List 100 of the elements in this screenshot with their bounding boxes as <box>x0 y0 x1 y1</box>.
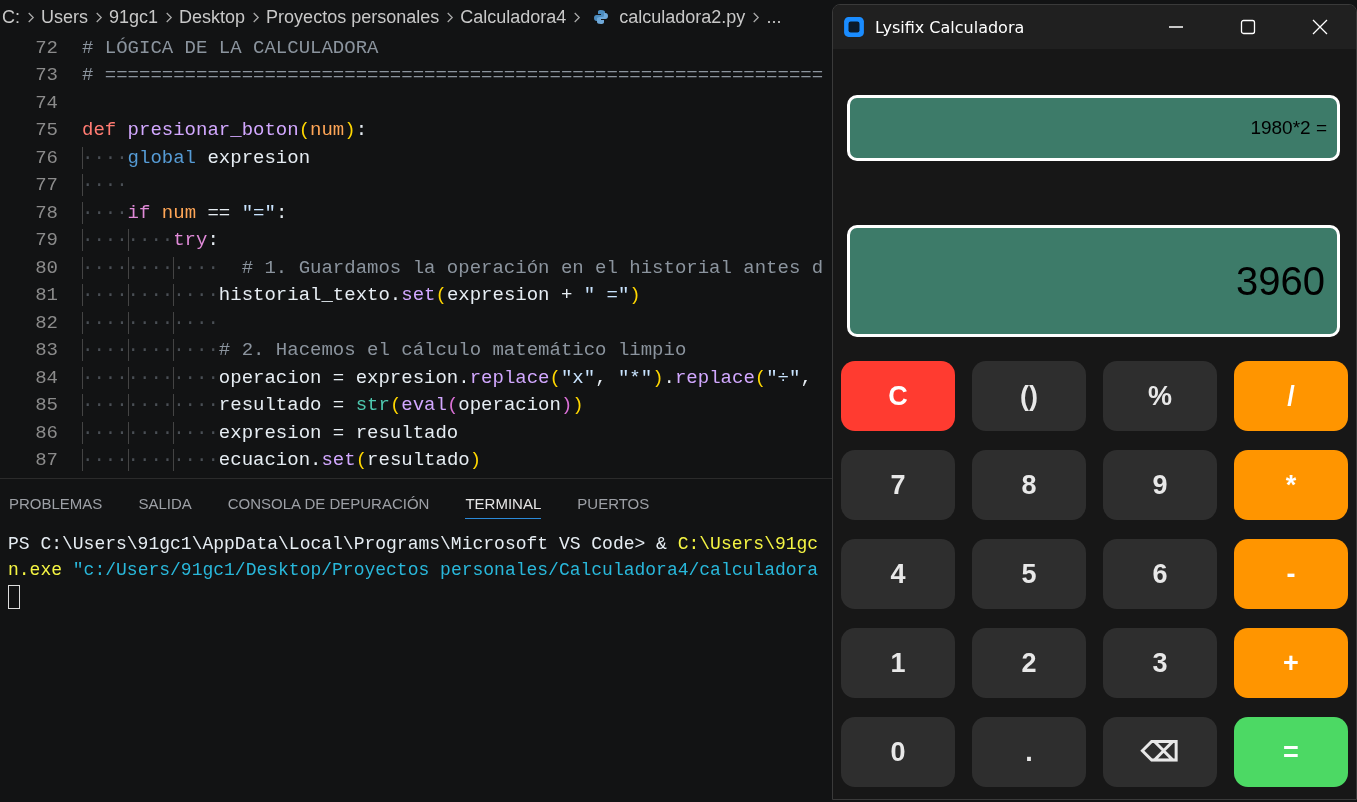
code-token: ( <box>435 284 447 307</box>
code-token: operacion <box>458 394 561 417</box>
code-token: "*" <box>617 366 653 389</box>
code-token: ) <box>652 366 664 389</box>
code-token: ( <box>446 394 459 417</box>
code-token: if <box>127 201 152 224</box>
code-token: try <box>173 229 208 252</box>
code-token: resultado = <box>218 394 346 417</box>
code-token: # LÓGICA DE LA CALCULADORA <box>82 36 379 59</box>
breadcrumb-item[interactable]: 91gc1 <box>109 6 159 28</box>
calculator-key[interactable]: 0 <box>841 717 955 787</box>
calculator-key[interactable]: 9 <box>1103 450 1217 520</box>
code-token: replace <box>469 366 550 389</box>
terminal-text: "c:/Users/91gc1/Desktop/Proyectos personales/Calculadora4/calculadora <box>71 560 819 580</box>
code-token: num <box>310 119 345 142</box>
code-token: replace <box>674 366 755 389</box>
line-number: 73 <box>34 64 59 87</box>
code-token: # 2. Hacemos el cálculo matemático limpio <box>218 339 687 362</box>
code-token: ) <box>560 394 573 417</box>
code-token: : <box>355 119 368 142</box>
code-token: resultado <box>367 449 470 472</box>
calculator-key[interactable]: 1 <box>841 628 955 698</box>
code-token: ecuacion. <box>218 449 322 472</box>
calculator-key[interactable]: . <box>972 717 1086 787</box>
code-token: ) <box>344 119 356 142</box>
terminal-text: n.exe <box>8 560 62 580</box>
panel-tab[interactable]: PUERTOS <box>577 495 650 519</box>
terminal-text: PS C:\Users\91gc1\AppData\Local\Programs\Microsoft VS Code> & <box>8 534 668 554</box>
code-token: ( <box>754 366 767 389</box>
calculator-key[interactable]: 6 <box>1103 539 1217 609</box>
code-token: , <box>595 366 608 389</box>
line-number: 86 <box>34 421 59 444</box>
line-number: 82 <box>34 311 59 334</box>
line-number: 77 <box>34 174 59 197</box>
line-number: 74 <box>34 91 59 114</box>
panel-tab[interactable]: CONSOLA DE DEPURACIÓN <box>227 495 430 519</box>
breadcrumb-item[interactable]: C: <box>2 6 20 28</box>
code-token: " =" <box>583 284 630 307</box>
line-number: 85 <box>34 394 59 417</box>
line-number: 79 <box>34 229 59 252</box>
code-token: expresion + <box>446 284 574 307</box>
window-title: Lysifix Calculadora <box>875 17 1025 37</box>
code-token: : <box>207 229 219 252</box>
calculator-key[interactable]: 3 <box>1103 628 1217 698</box>
line-number: 80 <box>34 256 59 279</box>
panel-tab[interactable]: SALIDA <box>138 495 192 519</box>
breadcrumb-item[interactable]: Proyectos personales <box>266 6 440 28</box>
breadcrumb-item[interactable]: Users <box>41 6 88 28</box>
history-display: 1980*2 = <box>847 95 1340 161</box>
code-token: str <box>355 394 390 417</box>
code-token: historial_texto. <box>218 284 402 307</box>
breadcrumb-item[interactable]: calculadora2.py <box>619 6 746 28</box>
code-token: ( <box>355 449 368 472</box>
line-number: 78 <box>34 201 59 224</box>
code-token: ) <box>469 449 482 472</box>
code-token: # 1. Guardamos la operación en el historial antes d <box>240 256 824 279</box>
panel-tab[interactable]: TERMINAL <box>465 495 542 519</box>
line-number: 81 <box>34 284 59 307</box>
calculator-key[interactable]: 7 <box>841 450 955 520</box>
code-token: "x" <box>560 366 596 389</box>
panel-tab[interactable]: PROBLEMAS <box>9 495 103 519</box>
code-token: set <box>401 284 436 307</box>
app-icon <box>843 16 865 38</box>
code-token: def <box>82 119 118 142</box>
code-token: "÷" <box>766 366 801 389</box>
calculator-key[interactable]: 5 <box>972 539 1086 609</box>
close-icon <box>1312 19 1328 35</box>
code-token: , <box>800 366 812 389</box>
code-token: presionar_boton <box>127 119 299 142</box>
code-token: ( <box>298 119 311 142</box>
line-number: 72 <box>34 36 59 59</box>
terminal-text: C:\Users\91gc <box>677 534 819 554</box>
breadcrumb-item[interactable]: ... <box>766 6 782 28</box>
code-token: expresion <box>206 146 311 169</box>
code-token: ) <box>572 394 584 417</box>
calculator-key[interactable]: ⌫ <box>1103 717 1217 787</box>
line-number: 83 <box>34 339 59 362</box>
line-number: 87 <box>34 449 59 472</box>
calculator-key[interactable]: % <box>1103 361 1217 431</box>
code-token: num <box>161 201 197 224</box>
code-token: == <box>206 201 232 224</box>
code-token: ( <box>549 366 561 389</box>
code-token: set <box>321 449 356 472</box>
breadcrumb-item[interactable]: Desktop <box>179 6 246 28</box>
calculator-key[interactable]: C <box>841 361 955 431</box>
code-token: : <box>275 201 288 224</box>
calculator-key[interactable]: 2 <box>972 628 1086 698</box>
breadcrumb-item[interactable]: Calculadora4 <box>460 6 567 28</box>
calculator-key[interactable]: 4 <box>841 539 955 609</box>
code-token: expresion = resultado <box>218 421 459 444</box>
maximize-icon <box>1240 19 1256 35</box>
code-token: ) <box>629 284 641 307</box>
minimize-icon <box>1168 26 1184 28</box>
code-token: operacion = expresion. <box>218 366 470 389</box>
calculator-key[interactable]: 8 <box>972 450 1086 520</box>
code-token: . <box>663 366 675 389</box>
calculator-key[interactable]: () <box>972 361 1086 431</box>
code-token: # =============================================================== <box>82 64 824 87</box>
line-number: 84 <box>34 366 59 389</box>
code-token: global <box>127 146 197 169</box>
